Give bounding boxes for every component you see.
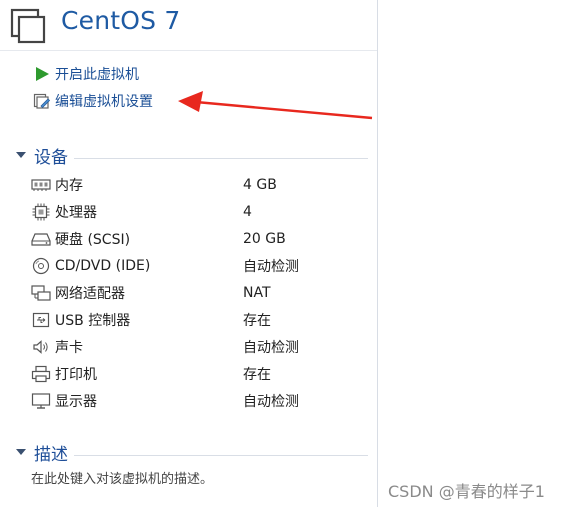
device-list: 内存 4 GB 处理器 4 硬盘 (SCSI) 20 GB CD/DVD (ID… (31, 171, 371, 414)
header-divider (0, 50, 377, 51)
device-value: 20 GB (243, 230, 286, 247)
device-value: 自动检测 (243, 339, 299, 356)
display-icon (31, 391, 51, 411)
device-row-usb-controller[interactable]: USB 控制器 存在 (31, 306, 371, 333)
power-on-vm-label: 开启此虚拟机 (55, 67, 139, 83)
sound-card-icon (31, 337, 51, 357)
collapse-caret-icon (16, 449, 26, 455)
edit-vm-settings-label: 编辑虚拟机设置 (55, 94, 153, 110)
device-value: 4 GB (243, 176, 277, 193)
device-value: NAT (243, 284, 271, 301)
device-name: CD/DVD (IDE) (55, 257, 151, 274)
right-panel (377, 0, 586, 507)
devices-section-title: 设备 (34, 147, 68, 168)
device-name: 网络适配器 (55, 285, 125, 302)
description-placeholder[interactable]: 在此处键入对该虚拟机的描述。 (31, 468, 213, 487)
network-adapter-icon (31, 283, 51, 303)
device-name: 硬盘 (SCSI) (55, 231, 131, 248)
device-value: 存在 (243, 312, 271, 329)
device-name: 内存 (55, 177, 83, 194)
device-value: 自动检测 (243, 393, 299, 410)
hard-disk-icon (31, 229, 51, 249)
section-divider (74, 157, 368, 159)
watermark: CSDN @青春的样子1 (388, 482, 545, 501)
devices-section-header[interactable]: 设备 (16, 144, 368, 168)
processor-icon (31, 202, 51, 222)
device-name: 声卡 (55, 339, 83, 356)
device-row-cd-dvd[interactable]: CD/DVD (IDE) 自动检测 (31, 252, 371, 279)
device-row-network-adapter[interactable]: 网络适配器 NAT (31, 279, 371, 306)
device-value: 自动检测 (243, 258, 299, 275)
cd-dvd-icon (31, 256, 51, 276)
virtual-machine-icon (10, 8, 46, 44)
device-row-sound-card[interactable]: 声卡 自动检测 (31, 333, 371, 360)
usb-icon (31, 310, 51, 330)
device-name: 处理器 (55, 204, 97, 221)
device-value: 存在 (243, 366, 271, 383)
device-value: 4 (243, 203, 252, 220)
device-name: 打印机 (55, 366, 97, 383)
device-row-hard-disk[interactable]: 硬盘 (SCSI) 20 GB (31, 225, 371, 252)
device-name: 显示器 (55, 393, 97, 410)
section-divider (74, 454, 368, 456)
play-icon (33, 65, 51, 83)
vm-title: CentOS 7 (61, 6, 181, 35)
vm-header: CentOS 7 (0, 0, 377, 50)
power-on-vm-link[interactable]: 开启此虚拟机 (33, 64, 139, 84)
description-section-header[interactable]: 描述 (16, 441, 368, 465)
device-row-display[interactable]: 显示器 自动检测 (31, 387, 371, 414)
description-section-title: 描述 (34, 444, 68, 465)
device-name: USB 控制器 (55, 312, 131, 329)
memory-icon (31, 175, 51, 195)
printer-icon (31, 364, 51, 384)
edit-settings-icon (33, 92, 51, 110)
collapse-caret-icon (16, 152, 26, 158)
vm-details-page: CentOS 7 开启此虚拟机 编辑虚拟机设置 设备 内存 4 GB 处理器 4… (0, 0, 586, 507)
device-row-processor[interactable]: 处理器 4 (31, 198, 371, 225)
edit-vm-settings-link[interactable]: 编辑虚拟机设置 (33, 91, 153, 111)
device-row-printer[interactable]: 打印机 存在 (31, 360, 371, 387)
device-row-memory[interactable]: 内存 4 GB (31, 171, 371, 198)
